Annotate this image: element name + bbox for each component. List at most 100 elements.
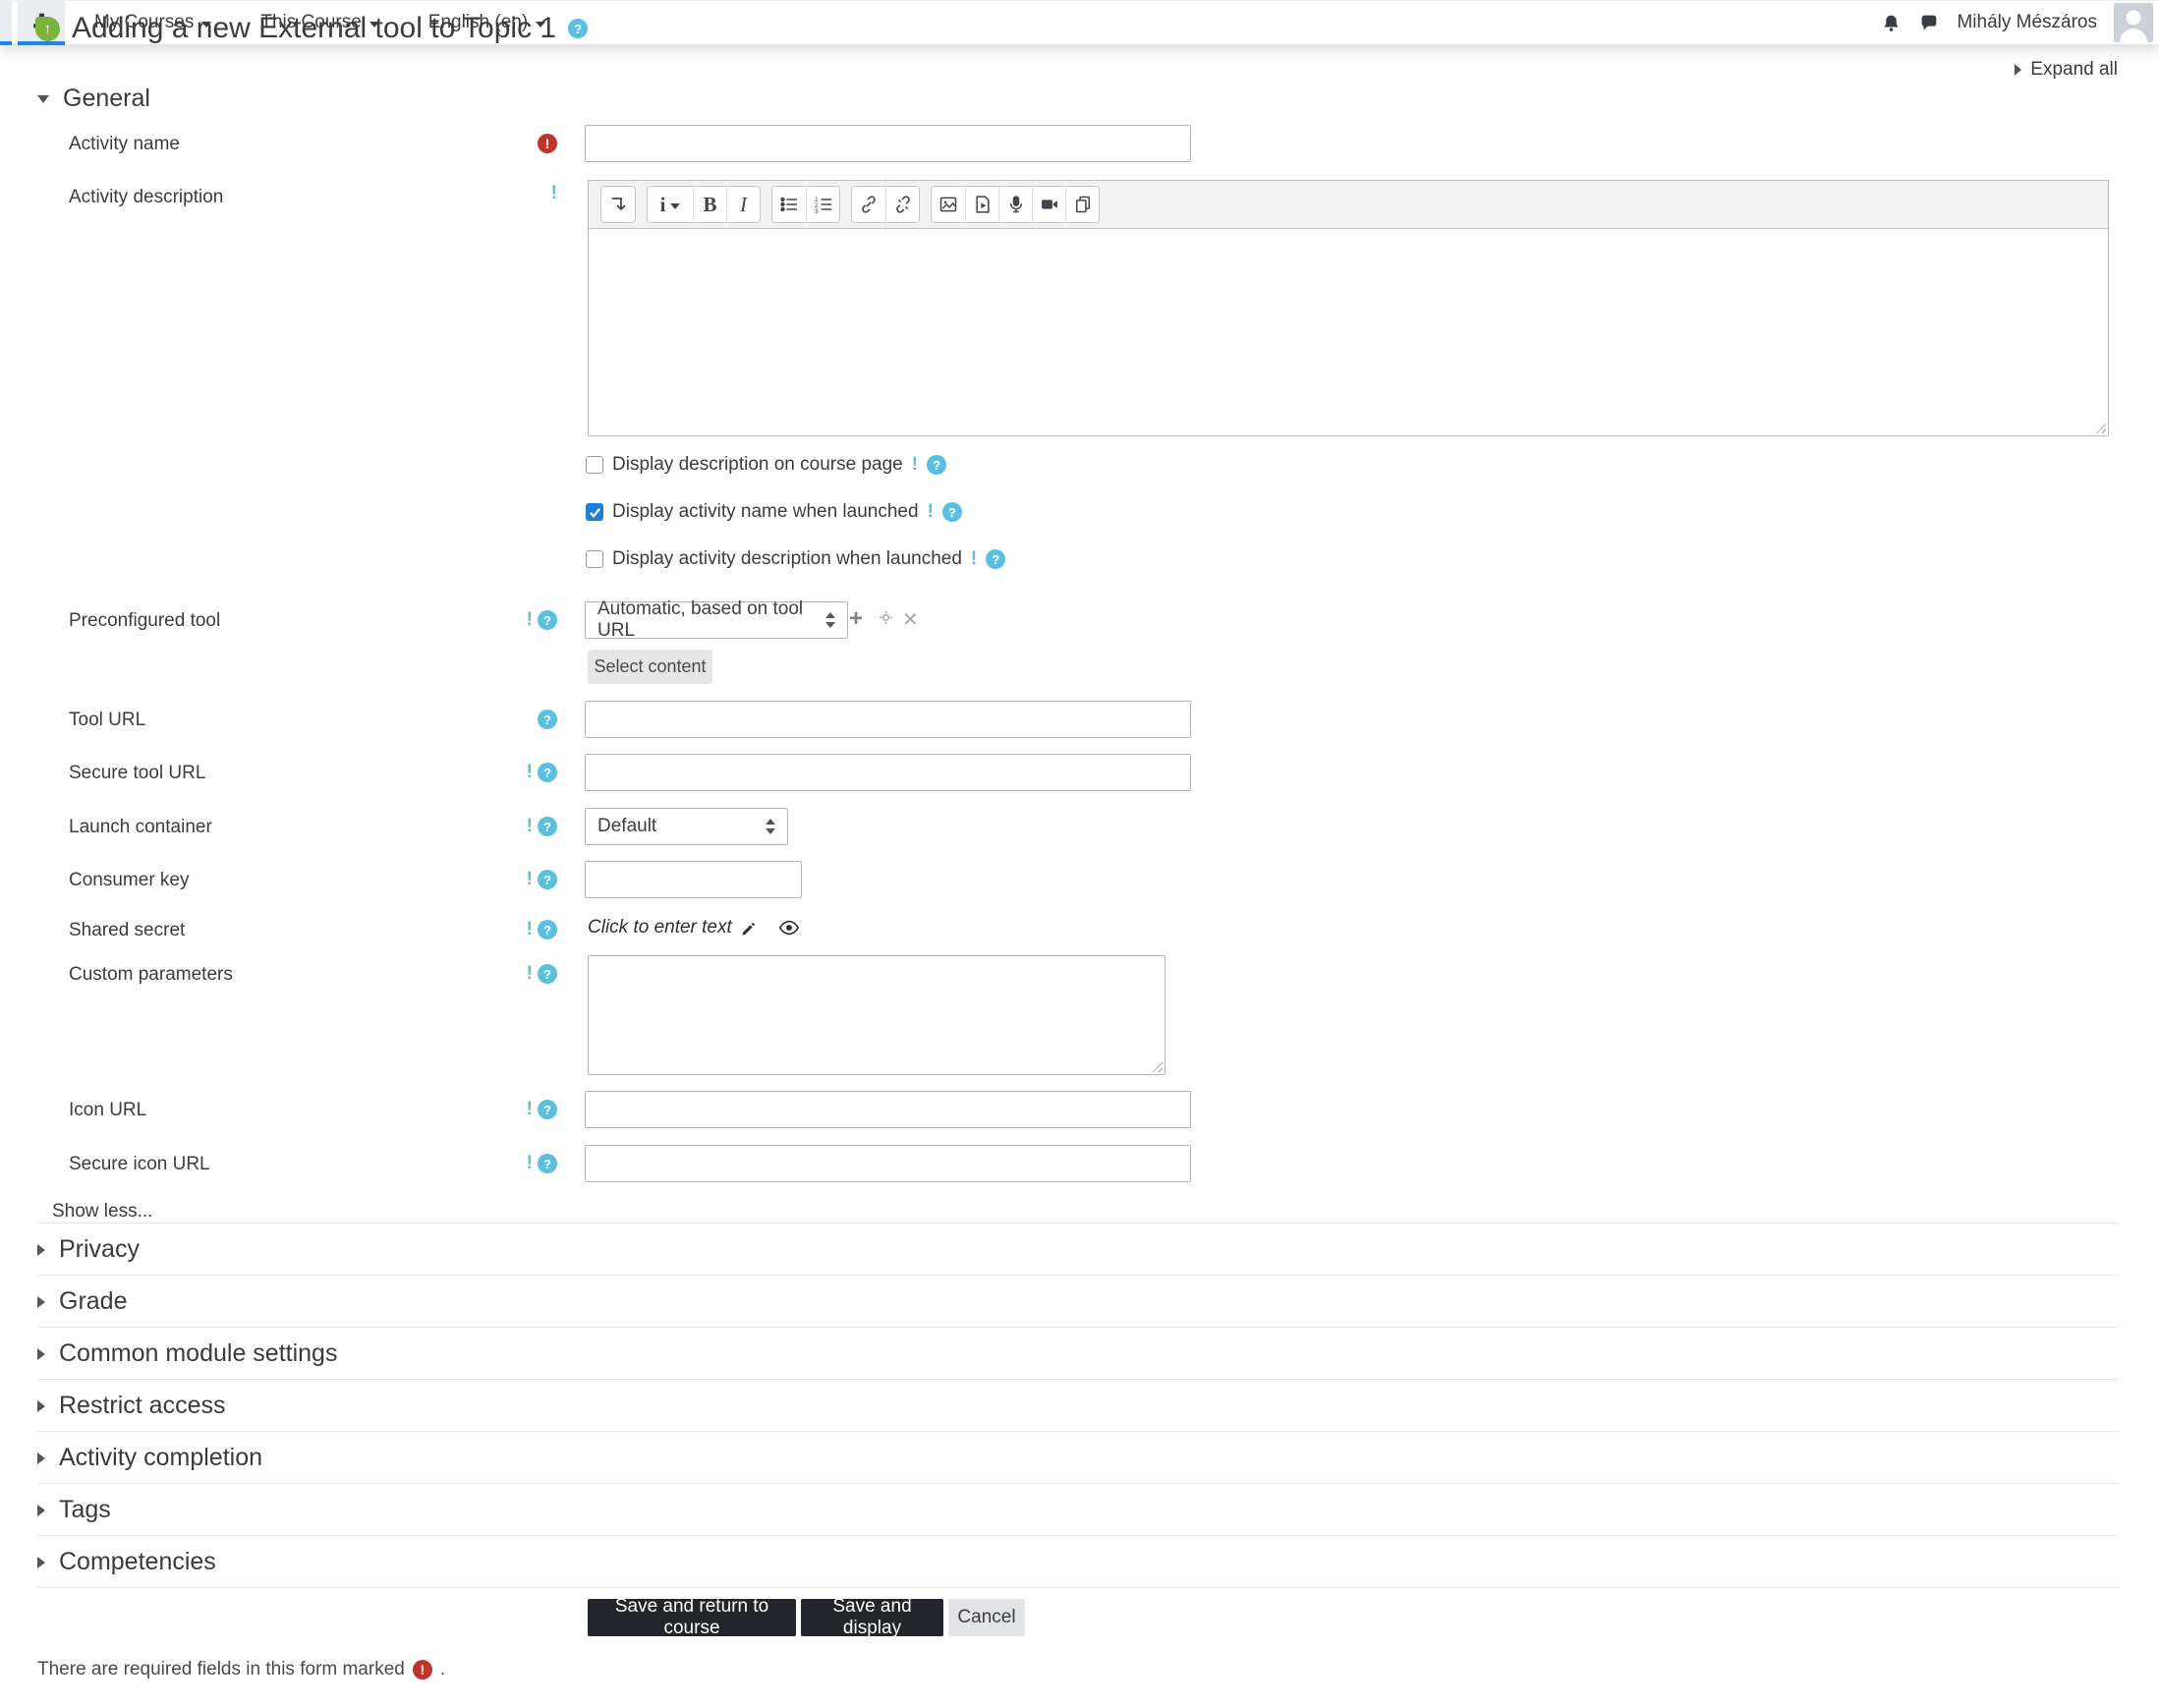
tool-url-input[interactable]: [585, 701, 1191, 738]
editor-toolbar: i B I 1 2 3: [589, 181, 2108, 228]
checkbox-label[interactable]: Display description on course page: [612, 454, 903, 476]
editor-link-button[interactable]: [852, 187, 885, 222]
save-and-display-button[interactable]: Save and display: [801, 1596, 943, 1638]
custom-parameters-textarea[interactable]: [588, 955, 1165, 1075]
section-label: Restrict access: [59, 1392, 226, 1419]
launch-container-value: Default: [597, 816, 657, 836]
help-icon[interactable]: ?: [538, 920, 557, 939]
editor-content-area[interactable]: [589, 228, 2108, 435]
resize-handle[interactable]: [1150, 1059, 1163, 1072]
add-preconfigured-tool-icon[interactable]: +: [849, 605, 863, 633]
editor-manage-files-button[interactable]: [1065, 187, 1099, 222]
preconfigured-tool-select[interactable]: Automatic, based on tool URL: [585, 598, 848, 641]
help-icon[interactable]: ?: [986, 549, 1006, 569]
advanced-icon: !: [911, 454, 919, 475]
help-icon[interactable]: ?: [538, 1154, 557, 1173]
section-header-competencies[interactable]: Competencies: [37, 1548, 216, 1576]
display-description-checkbox[interactable]: [586, 456, 603, 474]
pencil-icon[interactable]: [741, 920, 758, 937]
consumer-key-input[interactable]: [585, 861, 802, 898]
editor-ordered-list-button[interactable]: 1 2 3: [806, 187, 839, 222]
consumer-key-label: Consumer key: [69, 870, 190, 890]
select-arrows-icon: [825, 612, 835, 628]
messages-icon[interactable]: [1918, 12, 1940, 33]
save-and-return-button[interactable]: Save and return to course: [588, 1596, 796, 1638]
help-icon[interactable]: ?: [538, 610, 557, 630]
help-icon[interactable]: ?: [538, 1100, 557, 1119]
custom-parameters-label: Custom parameters: [69, 964, 233, 985]
checkbox-row-display-activity-name: Display activity name when launched ! ?: [586, 501, 962, 523]
help-icon[interactable]: ?: [538, 817, 557, 836]
chevron-right-icon: [37, 1243, 45, 1256]
divider: [37, 1431, 2120, 1432]
secure-icon-url-input[interactable]: [585, 1145, 1191, 1182]
display-activity-description-checkbox[interactable]: [586, 550, 603, 568]
divider: [37, 1327, 2120, 1328]
shared-secret-value[interactable]: Click to enter text: [588, 917, 732, 939]
checkbox-row-display-activity-description: Display activity description when launch…: [586, 548, 1006, 570]
help-icon[interactable]: ?: [941, 502, 962, 522]
expand-all-link[interactable]: Expand all: [2015, 59, 2118, 81]
activity-name-input[interactable]: [585, 125, 1191, 162]
help-icon[interactable]: ?: [538, 870, 557, 889]
editor-paragraph-styles-button[interactable]: i: [648, 187, 693, 222]
section-header-restrict-access[interactable]: Restrict access: [37, 1392, 225, 1420]
section-label: Activity completion: [59, 1444, 263, 1471]
external-tool-icon: ↑: [35, 16, 60, 41]
cancel-button[interactable]: Cancel: [948, 1599, 1025, 1636]
advanced-icon: !: [526, 869, 533, 889]
help-icon[interactable]: ?: [568, 19, 589, 38]
resize-handle[interactable]: [2093, 421, 2106, 433]
expand-all-label: Expand all: [2030, 59, 2118, 80]
display-activity-name-checkbox[interactable]: [586, 503, 603, 521]
launch-container-select[interactable]: Default: [585, 808, 788, 845]
editor-record-video-button[interactable]: [1032, 187, 1065, 222]
editor-unordered-list-button[interactable]: [772, 187, 806, 222]
chevron-right-icon: [37, 1452, 45, 1464]
section-header-common-module-settings[interactable]: Common module settings: [37, 1339, 337, 1368]
divider: [37, 1587, 2120, 1588]
chevron-right-icon: [37, 1399, 45, 1412]
notifications-bell-icon[interactable]: [1881, 13, 1902, 33]
section-header-activity-completion[interactable]: Activity completion: [37, 1444, 262, 1472]
help-icon[interactable]: ?: [927, 455, 947, 475]
editor-collapse-button[interactable]: [601, 187, 635, 222]
editor-image-button[interactable]: [932, 187, 965, 222]
checkbox-label[interactable]: Display activity name when launched: [612, 501, 919, 523]
preconfigured-tool-label: Preconfigured tool: [69, 610, 221, 631]
checkbox-label[interactable]: Display activity description when launch…: [612, 548, 962, 570]
advanced-icon: !: [550, 183, 557, 203]
show-less-link[interactable]: Show less...: [52, 1201, 152, 1223]
user-name[interactable]: Mihály Mészáros: [1957, 12, 2097, 33]
activity-description-label: Activity description: [69, 187, 224, 207]
divider: [37, 1379, 2120, 1380]
secure-tool-url-input[interactable]: [585, 754, 1191, 791]
chevron-right-icon: [2015, 64, 2022, 76]
nav-tab-clipped[interactable]: [0, 0, 12, 45]
section-header-grade[interactable]: Grade: [37, 1287, 127, 1316]
select-content-button[interactable]: Select content: [588, 650, 712, 684]
icon-url-input[interactable]: [585, 1091, 1191, 1128]
help-icon[interactable]: ?: [538, 710, 557, 729]
editor-italic-button[interactable]: I: [726, 187, 760, 222]
advanced-icon: !: [526, 1099, 533, 1119]
avatar[interactable]: [2114, 3, 2153, 42]
shared-secret-field: Click to enter text: [588, 917, 800, 939]
advanced-icon: !: [927, 501, 934, 522]
help-icon[interactable]: ?: [538, 964, 557, 984]
chevron-right-icon: [37, 1347, 45, 1360]
edit-preconfigured-tool-icon[interactable]: [878, 609, 894, 626]
delete-preconfigured-tool-icon[interactable]: ✕: [902, 607, 919, 632]
editor-unlink-button[interactable]: [885, 187, 919, 222]
secure-icon-url-label: Secure icon URL: [69, 1154, 210, 1174]
eye-icon[interactable]: [778, 920, 800, 936]
section-header-privacy[interactable]: Privacy: [37, 1235, 140, 1264]
section-header-tags[interactable]: Tags: [37, 1496, 111, 1524]
editor-media-button[interactable]: [965, 187, 998, 222]
section-header-general[interactable]: General: [37, 85, 150, 113]
editor-bold-button[interactable]: B: [693, 187, 726, 222]
help-icon[interactable]: ?: [538, 763, 557, 782]
tool-url-label: Tool URL: [69, 710, 146, 730]
editor-record-audio-button[interactable]: [998, 187, 1032, 222]
icon-url-label: Icon URL: [69, 1100, 147, 1120]
